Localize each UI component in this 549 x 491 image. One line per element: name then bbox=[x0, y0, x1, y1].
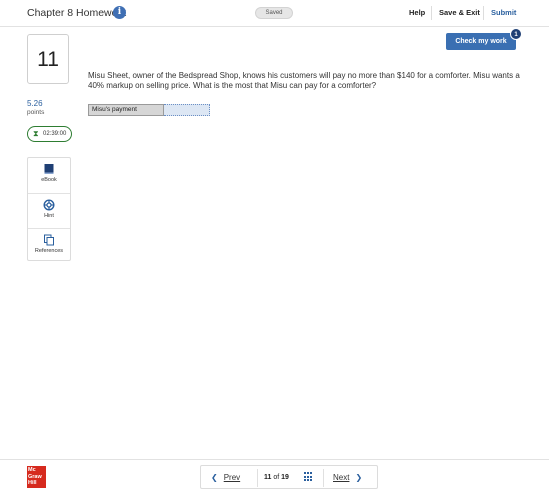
points-label: points bbox=[27, 109, 45, 116]
info-icon[interactable]: i bbox=[113, 6, 126, 19]
question-navigator: ❮ Prev 11 of 19 Next ❯ bbox=[200, 465, 378, 489]
chevron-left-icon: ❮ bbox=[211, 473, 218, 482]
question-text: Misu Sheet, owner of the Bedspread Shop,… bbox=[88, 71, 520, 90]
tool-label: Hint bbox=[44, 213, 54, 219]
check-my-work-button[interactable]: Check my work bbox=[446, 33, 516, 50]
prev-label: Prev bbox=[223, 473, 241, 482]
tool-label: eBook bbox=[41, 177, 57, 183]
ebook-button[interactable]: eBook bbox=[28, 158, 70, 192]
answer-label: Misu's payment bbox=[88, 104, 164, 116]
answer-row: Misu's payment bbox=[88, 104, 210, 116]
next-label: Next bbox=[333, 473, 350, 482]
header-divider bbox=[431, 6, 432, 20]
page-current: 11 bbox=[264, 474, 272, 481]
header-divider bbox=[483, 6, 484, 20]
tool-label: References bbox=[34, 248, 64, 254]
nav-divider bbox=[323, 469, 324, 487]
logo-line: Hill bbox=[28, 480, 37, 486]
check-count-badge: 1 bbox=[510, 28, 522, 40]
timer-badge: ⧗ 02:39:00 bbox=[27, 126, 72, 142]
mcgraw-hill-logo: Mc Graw Hill bbox=[27, 466, 46, 488]
timer-text: 02:39:00 bbox=[43, 131, 67, 137]
tools-panel: eBook Hint References bbox=[27, 157, 71, 261]
chevron-right-icon: ❯ bbox=[355, 473, 363, 482]
next-button[interactable]: Next ❯ bbox=[333, 473, 362, 482]
points-value: 5.26 bbox=[27, 99, 43, 108]
page-of: of bbox=[273, 474, 280, 481]
top-header: Chapter 8 Homework i Saved Help Save & E… bbox=[0, 0, 549, 27]
assignment-title: Chapter 8 Homework bbox=[27, 7, 127, 19]
references-button[interactable]: References bbox=[28, 228, 70, 262]
save-exit-link[interactable]: Save & Exit bbox=[439, 8, 480, 17]
page-indicator[interactable]: 11 of 19 bbox=[264, 474, 289, 481]
nav-divider bbox=[257, 469, 258, 487]
hint-button[interactable]: Hint bbox=[28, 193, 70, 227]
help-link[interactable]: Help bbox=[409, 8, 425, 17]
prev-button[interactable]: ❮ Prev bbox=[211, 473, 240, 482]
footer: Mc Graw Hill ❮ Prev 11 of 19 Next ❯ bbox=[0, 459, 549, 491]
question-number: 11 bbox=[27, 34, 69, 84]
book-icon bbox=[44, 164, 54, 174]
grid-icon[interactable] bbox=[304, 472, 314, 482]
answer-input[interactable] bbox=[164, 104, 210, 116]
copy-icon bbox=[44, 234, 54, 246]
hourglass-icon: ⧗ bbox=[33, 129, 39, 138]
lifebuoy-icon bbox=[43, 199, 55, 211]
saved-status-badge: Saved bbox=[255, 7, 293, 19]
page-total: 19 bbox=[281, 474, 289, 481]
submit-link[interactable]: Submit bbox=[491, 8, 516, 17]
